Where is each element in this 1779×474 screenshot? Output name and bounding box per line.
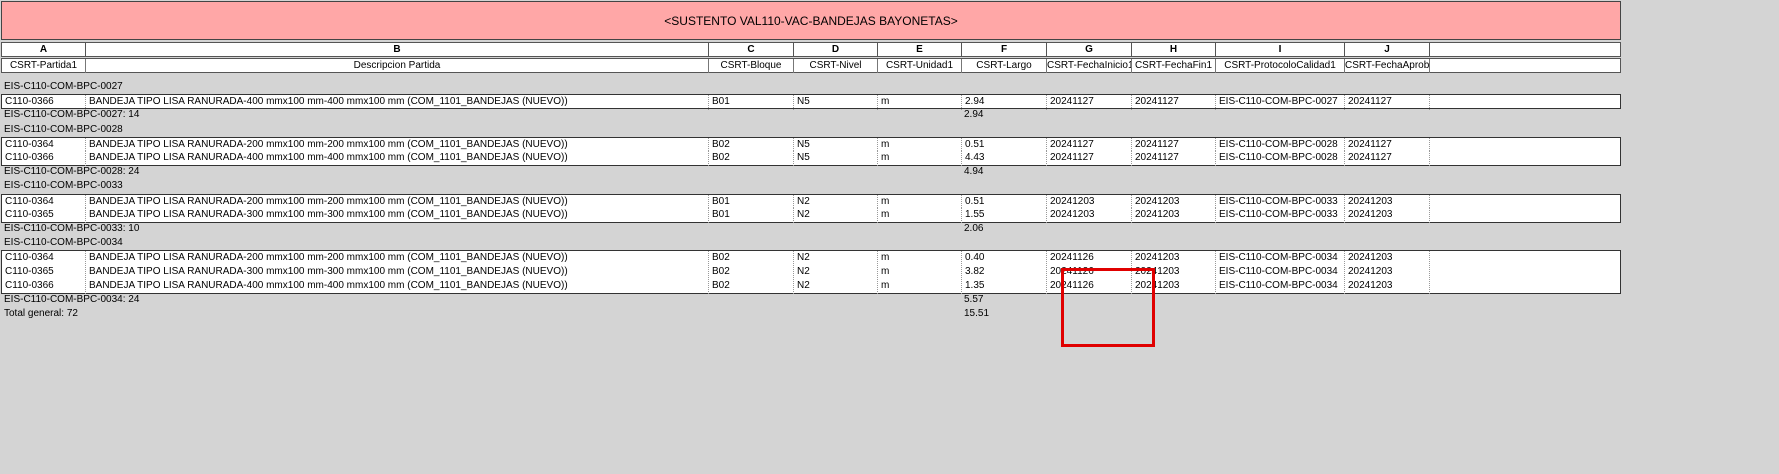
table-cell[interactable]: N2 (794, 278, 878, 294)
table-cell[interactable]: C110-0365 (2, 264, 86, 280)
table-cell[interactable]: 20241203 (1345, 207, 1430, 223)
table-cell[interactable]: m (878, 278, 962, 294)
subtotal-label[interactable]: EIS-C110-COM-BPC-0033: 10 (1, 222, 401, 237)
table-cell[interactable]: 20241203 (1345, 278, 1430, 294)
table-cell[interactable]: B02 (709, 151, 794, 166)
column-letter-g[interactable]: G (1047, 43, 1132, 56)
table-row: C110-0366 BANDEJA TIPO LISA RANURADA-400 … (1, 94, 1621, 111)
subtotal-row: EIS-C110-COM-BPC-0033: 10 2.06 (1, 222, 1621, 237)
group-header-row: EIS-C110-COM-BPC-0034 (1, 236, 1621, 251)
column-letter-h[interactable]: H (1132, 43, 1216, 56)
table-row: C110-0364 BANDEJA TIPO LISA RANURADA-200 … (1, 250, 1621, 267)
column-letter-d[interactable]: D (794, 43, 878, 56)
table-cell[interactable]: B01 (709, 207, 794, 223)
table-cell[interactable]: m (878, 207, 962, 223)
table-cell[interactable]: 20241127 (1132, 151, 1216, 166)
table-cell[interactable]: B02 (709, 264, 794, 280)
column-header-row: CSRT-Partida1 Descripcion Partida CSRT-Blo… (1, 58, 1621, 73)
table-cell[interactable]: N2 (794, 207, 878, 223)
group-header-row: EIS-C110-COM-BPC-0027 (1, 80, 1621, 95)
subtotal-label[interactable]: EIS-C110-COM-BPC-0028: 24 (1, 165, 401, 180)
subtotal-label[interactable]: EIS-C110-COM-BPC-0027: 14 (1, 108, 401, 123)
table-cell[interactable]: BANDEJA TIPO LISA RANURADA-400 mmx100 mm… (86, 278, 709, 294)
subtotal-value[interactable]: 5.57 (961, 293, 1046, 308)
column-letter-e[interactable]: E (878, 43, 962, 56)
group-header-row: EIS-C110-COM-BPC-0028 (1, 123, 1621, 138)
column-letter-row: ABCDEFGHIJ (1, 42, 1621, 57)
table-cell[interactable]: BANDEJA TIPO LISA RANURADA-400 mmx100 mm… (86, 151, 709, 166)
table-cell[interactable]: C110-0366 (2, 278, 86, 294)
column-letter-f[interactable]: F (962, 43, 1047, 56)
table-cell[interactable]: 1.55 (962, 207, 1047, 223)
table-cell[interactable]: BANDEJA TIPO LISA RANURADA-300 mmx100 mm… (86, 264, 709, 280)
subtotal-value[interactable]: 2.06 (961, 222, 1046, 237)
total-value[interactable]: 15.51 (961, 307, 1046, 322)
table-cell[interactable]: 20241203 (1345, 264, 1430, 280)
table-cell[interactable]: 20241203 (1132, 207, 1216, 223)
column-letter-c[interactable]: C (709, 43, 794, 56)
table-cell[interactable]: N5 (794, 151, 878, 166)
column-header[interactable]: Descripcion Partida (86, 59, 709, 73)
column-letter-j[interactable]: J (1345, 43, 1430, 56)
column-header[interactable]: CSRT-FechaInicio1 (1047, 59, 1132, 73)
table-cell[interactable]: C110-0365 (2, 207, 86, 223)
table-cell[interactable]: BANDEJA TIPO LISA RANURADA-300 mmx100 mm… (86, 207, 709, 223)
highlight-box (1061, 268, 1155, 347)
subtotal-row: EIS-C110-COM-BPC-0028: 24 4.94 (1, 165, 1621, 180)
table-cell[interactable]: N2 (794, 264, 878, 280)
column-header[interactable]: CSRT-Partida1 (2, 59, 86, 73)
table-cell[interactable]: EIS-C110-COM-BPC-0034 (1216, 278, 1345, 294)
column-header[interactable]: CSRT-ProtocoloCalidad1 (1216, 59, 1345, 73)
column-letter-i[interactable]: I (1216, 43, 1345, 56)
subtotal-row: EIS-C110-COM-BPC-0034: 24 5.57 (1, 293, 1621, 308)
table-cell[interactable]: m (878, 264, 962, 280)
table-cell[interactable]: EIS-C110-COM-BPC-0034 (1216, 264, 1345, 280)
column-header[interactable]: CSRT-Nivel (794, 59, 878, 73)
table-cell[interactable]: EIS-C110-COM-BPC-0028 (1216, 151, 1345, 166)
total-label[interactable]: Total general: 72 (1, 307, 401, 322)
table-row: C110-0365 BANDEJA TIPO LISA RANURADA-300 … (1, 207, 1621, 223)
total-row: Total general: 72 15.51 (1, 307, 1621, 322)
table-cell[interactable]: EIS-C110-COM-BPC-0033 (1216, 207, 1345, 223)
table-row: C110-0365 BANDEJA TIPO LISA RANURADA-300 … (1, 264, 1621, 280)
group-header[interactable]: EIS-C110-COM-BPC-0034 (1, 236, 401, 251)
subtotal-label[interactable]: EIS-C110-COM-BPC-0034: 24 (1, 293, 401, 308)
group-header[interactable]: EIS-C110-COM-BPC-0033 (1, 179, 401, 194)
subtotal-value[interactable]: 4.94 (961, 165, 1046, 180)
table-row: C110-0364 BANDEJA TIPO LISA RANURADA-200 … (1, 193, 1621, 210)
table-row: C110-0364 BANDEJA TIPO LISA RANURADA-200 … (1, 136, 1621, 153)
column-letter-b[interactable]: B (86, 43, 709, 56)
table-cell[interactable]: 20241127 (1345, 151, 1430, 166)
column-letter-a[interactable]: A (2, 43, 86, 56)
table-cell[interactable]: 20241203 (1047, 207, 1132, 223)
table-cell[interactable]: 3.82 (962, 264, 1047, 280)
group-header-row: EIS-C110-COM-BPC-0033 (1, 179, 1621, 194)
table-cell[interactable]: 4.43 (962, 151, 1047, 166)
table-cell[interactable]: 20241127 (1047, 151, 1132, 166)
table-cell[interactable]: B02 (709, 278, 794, 294)
table-cell[interactable]: m (878, 151, 962, 166)
column-header[interactable]: CSRT-Bloque (709, 59, 794, 73)
table-row: C110-0366 BANDEJA TIPO LISA RANURADA-400 … (1, 151, 1621, 166)
subtotal-row: EIS-C110-COM-BPC-0027: 14 2.94 (1, 108, 1621, 123)
column-header[interactable]: CSRT-FechaFin1 (1132, 59, 1216, 73)
column-header[interactable]: CSRT-FechaAprob (1345, 59, 1430, 73)
table-row: C110-0366 BANDEJA TIPO LISA RANURADA-400 … (1, 278, 1621, 294)
table-cell[interactable]: C110-0366 (2, 151, 86, 166)
column-header[interactable]: CSRT-Largo (962, 59, 1047, 73)
group-header[interactable]: EIS-C110-COM-BPC-0028 (1, 123, 401, 138)
schedule-title[interactable]: <SUSTENTO VAL110-VAC-BANDEJAS BAYONETAS> (1, 1, 1621, 40)
group-header[interactable]: EIS-C110-COM-BPC-0027 (1, 80, 401, 95)
table-cell[interactable]: 1.35 (962, 278, 1047, 294)
subtotal-value[interactable]: 2.94 (961, 108, 1046, 123)
column-header[interactable]: CSRT-Unidad1 (878, 59, 962, 73)
